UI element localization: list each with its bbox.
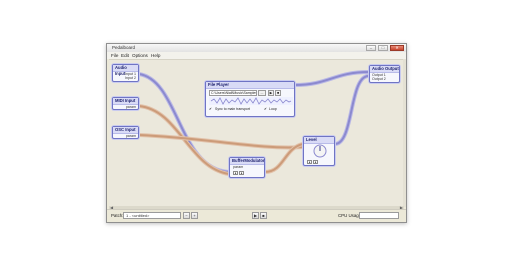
menu-edit[interactable]: Edit (121, 53, 129, 58)
node-title: Audio Input (113, 65, 138, 76)
vertical-scrollbar[interactable] (403, 59, 406, 207)
menu-file[interactable]: File (111, 53, 118, 58)
cpu-usage-meter (359, 212, 399, 219)
play-icon[interactable]: ▶ (268, 90, 274, 96)
stop-icon[interactable]: ■ (260, 212, 267, 219)
play-icon[interactable]: ▶ (252, 212, 259, 219)
patch-next-button[interactable]: + (191, 212, 198, 219)
node-osc-input[interactable]: OSC Input param (112, 126, 139, 139)
node-title: Audio Output (370, 66, 399, 73)
node-buffer-modulator[interactable]: BufferModulator param ● ● (229, 157, 265, 178)
menu-help[interactable]: Help (151, 53, 160, 58)
node-button[interactable]: ● (313, 160, 318, 164)
bottom-bar: Patch: 1 - <untitled> − + ▶ ■ CPU Usage: (107, 209, 406, 222)
menu-options[interactable]: Options (132, 53, 148, 58)
window-title: Pedalboard (112, 45, 136, 50)
level-knob[interactable] (313, 144, 327, 158)
menu-bar: File Edit Options Help (107, 52, 406, 59)
node-title: Level (304, 137, 334, 144)
patch-canvas[interactable]: Audio Input Input 1 Input 2 MIDI Input p… (109, 59, 404, 208)
waveform (209, 97, 293, 105)
stop-icon[interactable]: ■ (275, 90, 281, 96)
node-title: MIDI Input (113, 98, 138, 105)
close-icon[interactable]: ✕ (390, 45, 404, 51)
node-level[interactable]: Level ● ● (303, 136, 335, 166)
node-midi-input[interactable]: MIDI Input param (112, 97, 139, 110)
file-path-field[interactable]: C:\Users\Niall\Music\Samples\Some... (209, 90, 257, 96)
maximize-icon[interactable]: □ (378, 45, 388, 51)
patch-label: Patch: (111, 213, 124, 218)
main-window: Pedalboard – □ ✕ File Edit Options Help (106, 43, 407, 223)
port-output-2[interactable]: Output 2 (372, 77, 386, 81)
port-param[interactable]: param (233, 165, 243, 169)
node-button[interactable]: ● (233, 171, 238, 175)
loop-label: Loop (269, 107, 277, 111)
port-param[interactable]: param (126, 105, 136, 109)
node-audio-input[interactable]: Audio Input Input 1 Input 2 (112, 64, 139, 82)
patch-select[interactable]: 1 - <untitled> (123, 212, 181, 219)
node-title: BufferModulator (230, 158, 265, 165)
minimize-icon[interactable]: – (366, 45, 376, 51)
node-audio-output[interactable]: Audio Output Output 1 Output 2 (369, 65, 400, 83)
port-input-2[interactable]: Input 2 (125, 76, 136, 80)
node-title: File Player (206, 82, 294, 89)
sync-label: Sync to main transport (215, 107, 251, 111)
node-button[interactable]: ● (307, 160, 312, 164)
node-file-player[interactable]: File Player C:\Users\Niall\Music\Samples… (205, 81, 295, 117)
patch-prev-button[interactable]: − (183, 212, 190, 219)
loop-checkbox[interactable]: ✔ (264, 107, 267, 111)
sync-checkbox[interactable]: ✔ (209, 107, 212, 111)
wire-level-to-output-core (334, 74, 370, 145)
port-param[interactable]: param (126, 134, 136, 138)
node-button[interactable]: ● (239, 171, 244, 175)
node-title: OSC Input (113, 127, 138, 134)
browse-button[interactable]: ... (258, 90, 266, 96)
